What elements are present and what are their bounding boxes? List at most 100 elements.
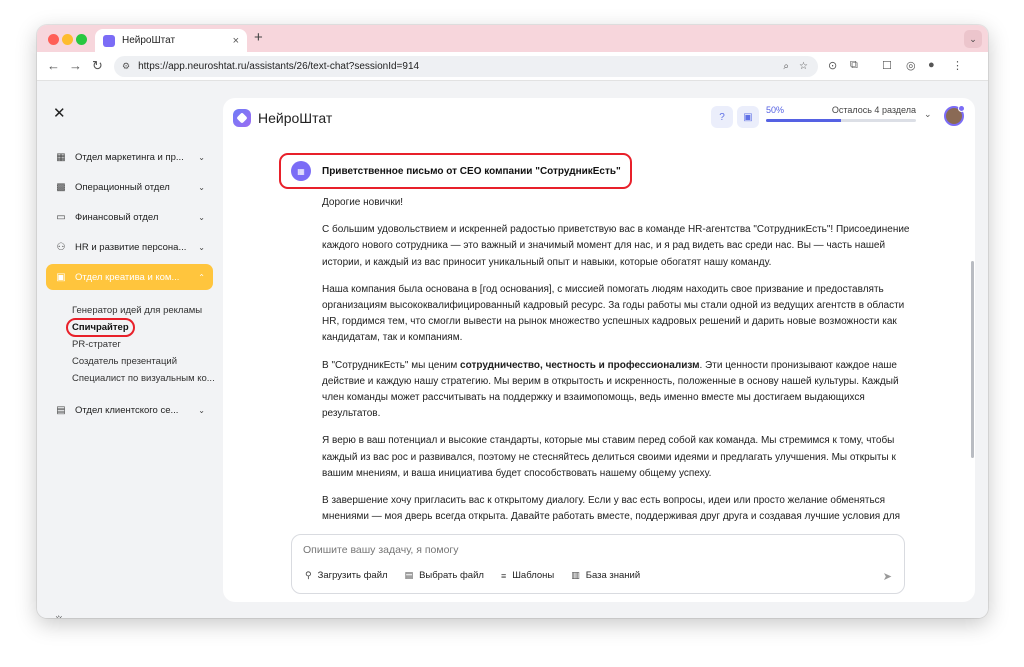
notification-dot bbox=[958, 105, 965, 112]
progress-bar bbox=[766, 119, 916, 122]
message-paragraph: С большим удовольствием и искренней радо… bbox=[322, 224, 910, 268]
dept-creative[interactable]: ▣ Отдел креатива и ком... ⌃ bbox=[46, 264, 213, 290]
main-panel: НейроШтат ? ▣ 50% Осталось 4 раздела ⌄ ▦… bbox=[223, 98, 975, 602]
more-menu-icon[interactable]: ⋮ bbox=[952, 59, 963, 72]
creative-subitems: Генератор идей для рекламы Спичрайтер PR… bbox=[46, 294, 215, 397]
templates-icon: ≡ bbox=[500, 570, 507, 581]
chevron-down-icon: ⌄ bbox=[198, 212, 205, 222]
knowledge-base-label: База знаний bbox=[585, 570, 641, 581]
app-area: ✕ ▦ Отдел маркетинга и пр... ⌄ ▩ Операци… bbox=[37, 82, 988, 618]
assistant-message: Дорогие новички! С большим удовольствием… bbox=[322, 195, 912, 528]
subitem-ad-ideas[interactable]: Генератор идей для рекламы bbox=[72, 302, 213, 319]
store-icon: ▦ bbox=[56, 151, 66, 163]
education-cap-button[interactable]: ▣ bbox=[737, 106, 759, 128]
dept-label: Операционный отдел bbox=[75, 181, 170, 193]
progress-remaining: Осталось 4 раздела bbox=[831, 105, 916, 115]
users-icon: ⚇ bbox=[56, 241, 66, 253]
chat-title-card: ▦ Приветственное письмо от CEO компании … bbox=[279, 153, 632, 189]
dept-label: HR и развитие персона... bbox=[75, 241, 187, 253]
extension-shield-icon[interactable]: ◎ bbox=[906, 59, 916, 72]
chat-content: ▦ Приветственное письмо от CEO компании … bbox=[223, 138, 975, 528]
close-icon[interactable]: ✕ bbox=[53, 104, 66, 122]
dept-label: Отдел маркетинга и пр... bbox=[75, 151, 184, 163]
reload-icon[interactable]: ↻ bbox=[92, 58, 103, 74]
bot-chat-icon: ▦ bbox=[291, 161, 311, 181]
templates-label: Шаблоны bbox=[512, 570, 555, 581]
composer: ⚲ Загрузить файл ▤ Выбрать файл ≡ Шаблоны ▥… bbox=[291, 534, 905, 594]
message-paragraph: Наша компания была основана в [год основ… bbox=[322, 283, 905, 344]
url-text[interactable]: https://app.neuroshtat.ru/assistants/26/… bbox=[138, 61, 783, 72]
help-button[interactable]: ? bbox=[711, 106, 733, 128]
choose-file-button[interactable]: ▤ Выбрать файл bbox=[405, 570, 484, 581]
tab-bar: НейроШтат × + ⌄ bbox=[37, 25, 988, 52]
maximize-window-button[interactable] bbox=[76, 34, 87, 45]
subitem-label: PR-стратег bbox=[72, 339, 121, 350]
reading-list-icon[interactable]: ☐ bbox=[882, 59, 892, 72]
progress-chevron-down-icon[interactable]: ⌄ bbox=[924, 109, 932, 120]
back-arrow-icon[interactable]: ← bbox=[47, 58, 60, 73]
knowledge-base-button[interactable]: ▥ База знаний bbox=[571, 570, 640, 581]
dept-hr[interactable]: ⚇ HR и развитие персона... ⌄ bbox=[46, 234, 213, 260]
site-settings-icon[interactable]: ⚙ bbox=[122, 61, 130, 72]
composer-tools: ⚲ Загрузить файл ▤ Выбрать файл ≡ Шаблоны ▥… bbox=[305, 570, 657, 581]
message-paragraph: Я верю в ваш потенциал и высокие стандар… bbox=[322, 435, 896, 479]
new-tab-button[interactable]: + bbox=[254, 29, 263, 46]
dept-label: Отдел креатива и ком... bbox=[75, 271, 180, 283]
upload-file-button[interactable]: ⚲ Загрузить файл bbox=[305, 570, 388, 581]
sidebar: ▦ Отдел маркетинга и пр... ⌄ ▩ Операцион… bbox=[46, 144, 215, 427]
browser-tab[interactable]: НейроШтат × bbox=[95, 29, 247, 52]
folder-icon: ▤ bbox=[404, 570, 414, 580]
scrollbar[interactable] bbox=[971, 261, 974, 458]
dept-finance[interactable]: ▭ Финансовый отдел ⌄ bbox=[46, 204, 213, 230]
task-input[interactable] bbox=[303, 544, 863, 556]
send-icon[interactable]: ➤ bbox=[883, 570, 892, 583]
chevron-down-icon: ⌄ bbox=[198, 182, 205, 192]
subitem-visual-specialist[interactable]: Специалист по визуальным ко... bbox=[72, 370, 215, 387]
paperclip-icon: ⚲ bbox=[305, 570, 312, 580]
message-text: В "СотрудникЕсть" мы ценим bbox=[322, 359, 461, 371]
message-paragraph: В "СотрудникЕсть" мы ценим сотрудничеств… bbox=[322, 358, 912, 423]
extension-icon[interactable]: ⊙ bbox=[828, 59, 837, 72]
dept-operations[interactable]: ▩ Операционный отдел ⌄ bbox=[46, 174, 213, 200]
app-name: НейроШтат bbox=[258, 110, 333, 126]
id-card-icon: ▤ bbox=[56, 404, 66, 416]
upload-file-label: Загрузить файл bbox=[317, 570, 388, 581]
progress-fill bbox=[766, 119, 841, 122]
profile-icon[interactable]: ● bbox=[928, 59, 935, 71]
theme-toggle-sun-icon[interactable]: ☼ bbox=[53, 610, 65, 618]
subitem-label: Специалист по визуальным ко... bbox=[72, 373, 215, 384]
address-bar: ← → ↻ ⚙ https://app.neuroshtat.ru/assist… bbox=[37, 52, 988, 81]
dept-label: Финансовый отдел bbox=[75, 211, 159, 223]
zoom-icon[interactable]: ⌕ bbox=[783, 61, 789, 72]
tab-close-icon[interactable]: × bbox=[233, 35, 239, 47]
book-icon: ▥ bbox=[571, 570, 580, 580]
message-greeting: Дорогие новички! bbox=[322, 197, 404, 208]
subitem-label: Генератор идей для рекламы bbox=[72, 305, 203, 316]
subitem-pr-strategist[interactable]: PR-стратег bbox=[72, 336, 213, 353]
close-window-button[interactable] bbox=[48, 34, 59, 45]
chat-title: Приветственное письмо от CEO компании "С… bbox=[322, 165, 621, 177]
subitem-presentations[interactable]: Создатель презентаций bbox=[72, 353, 213, 370]
dept-label: Отдел клиентского се... bbox=[75, 404, 179, 416]
message-paragraph: В завершение хочу пригласить вас к откры… bbox=[322, 495, 901, 528]
avatar[interactable] bbox=[944, 105, 965, 126]
tab-title: НейроШтат bbox=[122, 35, 176, 46]
templates-button[interactable]: ≡ Шаблоны bbox=[501, 570, 554, 581]
chat-icon: ▣ bbox=[56, 271, 66, 283]
wallet-icon: ▭ bbox=[56, 211, 66, 223]
dept-marketing[interactable]: ▦ Отдел маркетинга и пр... ⌄ bbox=[46, 144, 213, 170]
grid-icon: ▩ bbox=[56, 181, 66, 193]
dept-clients[interactable]: ▤ Отдел клиентского се... ⌄ bbox=[46, 397, 213, 423]
forward-arrow-icon[interactable]: → bbox=[69, 58, 82, 73]
url-field[interactable]: ⚙ https://app.neuroshtat.ru/assistants/2… bbox=[114, 56, 818, 77]
chevron-down-icon: ⌄ bbox=[198, 242, 205, 252]
subitem-speechwriter[interactable]: Спичрайтер bbox=[66, 318, 213, 337]
logo-icon bbox=[233, 109, 251, 127]
extensions-puzzle-icon[interactable]: ⧉ bbox=[850, 59, 858, 72]
minimize-window-button[interactable] bbox=[62, 34, 73, 45]
browser-window: НейроШтат × + ⌄ ← → ↻ ⚙ https://app.neur… bbox=[37, 25, 988, 618]
bookmark-star-icon[interactable]: ☆ bbox=[799, 61, 808, 72]
chevron-down-icon: ⌄ bbox=[198, 152, 205, 162]
favicon-icon bbox=[103, 34, 115, 47]
tab-search-chevron-icon[interactable]: ⌄ bbox=[964, 30, 982, 48]
